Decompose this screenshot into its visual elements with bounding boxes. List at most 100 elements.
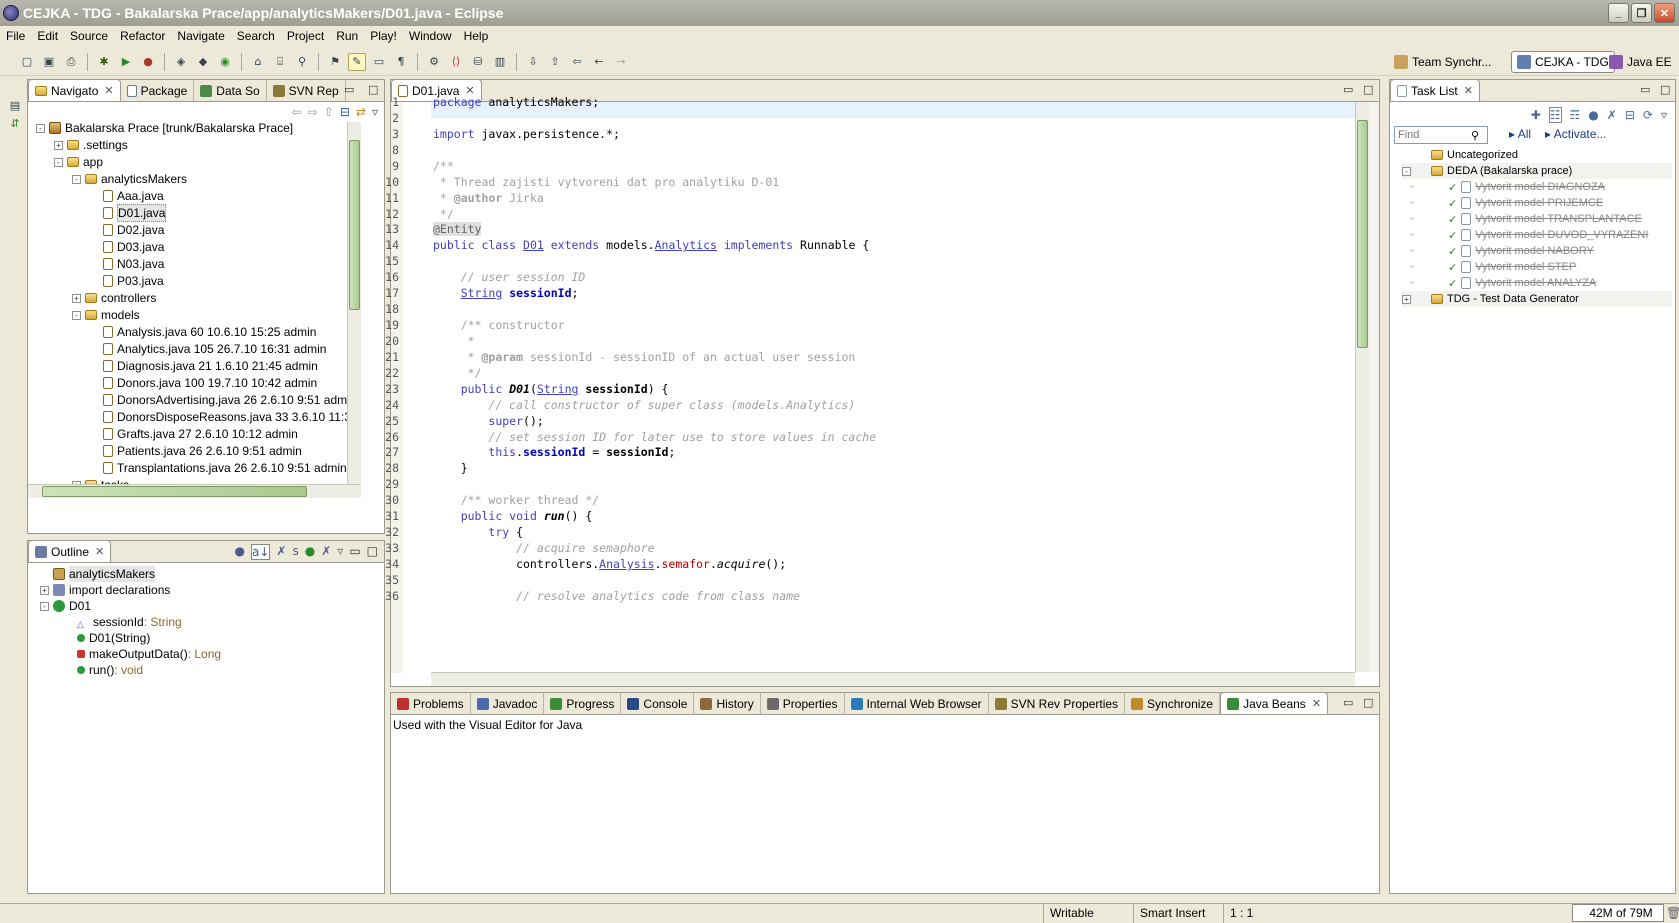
fast-view-icon[interactable]: ▤ (6, 96, 24, 114)
collapse-icon[interactable]: - (36, 123, 45, 133)
collapse-all-icon[interactable]: ⊟ (1625, 108, 1635, 122)
menu-play[interactable]: Play! (364, 29, 403, 43)
hide-nonpublic-icon[interactable]: s (292, 544, 298, 560)
expand-icon[interactable]: + (40, 585, 49, 595)
code-line[interactable]: */ (433, 366, 482, 382)
forward-icon[interactable]: ⇨ (308, 105, 318, 119)
code-line[interactable]: super(); (433, 414, 543, 430)
collapse-icon[interactable]: - (72, 310, 81, 320)
tab-svn-repository[interactable]: SVN Rep (267, 80, 346, 101)
task-activate-icon[interactable]: ◦ (1410, 181, 1422, 193)
open-type-icon[interactable]: ⌂ (249, 53, 267, 71)
mark-occurrences-icon[interactable]: ✎ (348, 52, 366, 71)
debug-icon[interactable]: ✱ (95, 53, 113, 71)
expand-icon[interactable]: + (72, 293, 81, 303)
menu-help[interactable]: Help (458, 29, 495, 43)
code-line[interactable]: String sessionId; (433, 286, 579, 302)
filter-completed-icon[interactable]: ✗ (1607, 108, 1617, 122)
all-link[interactable]: ▸ All (1509, 127, 1531, 141)
tree-item[interactable]: D03.java (90, 239, 164, 255)
minimize-view-icon[interactable]: ▭ (1640, 83, 1650, 96)
hide-fields-icon[interactable]: ● (235, 544, 245, 560)
navigator-hscroll[interactable] (28, 484, 361, 498)
task-activate-icon[interactable]: ◦ (1410, 213, 1422, 225)
collapse-icon[interactable]: - (54, 157, 63, 167)
hide-noninherited-icon[interactable]: ✗ (321, 544, 331, 560)
save-icon[interactable]: ▣ (40, 53, 58, 71)
close-icon[interactable]: ✕ (104, 84, 113, 97)
code-line[interactable]: @Entity (433, 222, 482, 238)
scroll-thumb[interactable] (42, 486, 307, 497)
new-class-icon[interactable]: ◉ (216, 53, 234, 71)
code-line[interactable]: try { (433, 525, 523, 541)
menu-navigate[interactable]: Navigate (171, 29, 230, 43)
tab-svn-rev-properties[interactable]: SVN Rev Properties (989, 693, 1126, 714)
link-editor-icon[interactable]: ⇄ (356, 105, 366, 119)
new-icon[interactable]: ▢ (18, 53, 36, 71)
tree-item[interactable]: Patients.java 26 2.6.10 9:51 admin (90, 443, 302, 459)
code-line[interactable]: // resolve analytics code from class nam… (433, 589, 800, 605)
expand-icon[interactable]: + (1402, 294, 1411, 304)
menu-project[interactable]: Project (281, 29, 330, 43)
code-line[interactable]: } (433, 461, 468, 477)
stack-icon[interactable]: ▥ (491, 53, 509, 71)
expand-icon[interactable]: + (54, 140, 63, 150)
task-activate-icon[interactable]: ◦ (1410, 197, 1422, 209)
minimize-button[interactable]: _ (1608, 3, 1629, 23)
tab-history[interactable]: History (694, 693, 761, 714)
code-line[interactable]: * @author Jirka (433, 191, 544, 207)
menu-search[interactable]: Search (231, 29, 281, 43)
close-button[interactable]: ✕ (1654, 3, 1675, 23)
last-edit-icon[interactable]: ⇦ (568, 53, 586, 71)
next-annotation-icon[interactable]: ⇩ (524, 53, 542, 71)
new-package-icon[interactable]: ◆ (194, 53, 212, 71)
code-line[interactable]: package analyticsMakers; (433, 95, 599, 111)
activate-link[interactable]: ▸ Activate... (1545, 127, 1606, 141)
task-item[interactable]: ◦ ✓ Vytvorit model DUVOD_VYRAZENI (1410, 227, 1679, 243)
hide-local-types-icon[interactable]: ● (305, 544, 315, 560)
tab-task-list[interactable]: Task List ✕ (1390, 79, 1480, 101)
task-activate-icon[interactable]: ◦ (1410, 261, 1422, 273)
tree-item[interactable]: - analyticsMakers (72, 171, 187, 187)
outline-item[interactable]: - D01 (40, 598, 91, 614)
maximize-view-icon[interactable]: □ (1660, 83, 1670, 96)
tab-navigator[interactable]: Navigato ✕ (28, 79, 121, 101)
minimize-view-icon[interactable]: ▭ (344, 83, 354, 96)
task-find-box[interactable]: ⚲ (1394, 126, 1488, 144)
task-find-input[interactable] (1395, 129, 1471, 141)
editor-hscroll[interactable] (431, 672, 1355, 686)
tree-item[interactable]: - models (72, 307, 140, 323)
tree-item[interactable]: D02.java (90, 222, 164, 238)
run-icon[interactable]: ▶ (117, 53, 135, 71)
task-category[interactable]: + TDG - Test Data Generator (1402, 291, 1672, 307)
tree-item[interactable]: Transplantations.java 26 2.6.10 9:51 adm… (90, 460, 347, 476)
code-line[interactable]: // set session ID for later use to store… (433, 430, 876, 446)
tree-item[interactable]: DonorsAdvertising.java 26 2.6.10 9:51 ad… (90, 392, 348, 408)
tree-item[interactable]: Grafts.java 27 2.6.10 10:12 admin (90, 426, 298, 442)
perspective-team-sync[interactable]: Team Synchr... (1389, 50, 1496, 74)
search-icon[interactable]: ⚲ (293, 53, 311, 71)
scroll-thumb[interactable] (349, 140, 360, 310)
tree-item[interactable]: Aaa.java (90, 188, 164, 204)
outline-item[interactable]: analyticsMakers (40, 566, 156, 582)
code-line[interactable]: */ (433, 207, 454, 223)
tree-item[interactable]: N03.java (90, 256, 164, 272)
task-item[interactable]: ◦ ✓ Vytvorit model TRANSPLANTACE (1410, 211, 1679, 227)
task-item[interactable]: ◦ ✓ Vytvorit model ANALYZA (1410, 275, 1679, 291)
categorized-icon[interactable]: ☷ (1548, 107, 1562, 123)
new-task-icon[interactable]: ✚ (1531, 108, 1541, 122)
scroll-thumb[interactable] (1357, 120, 1368, 348)
task-category[interactable]: - DEDA (Bakalarska prace) (1402, 163, 1672, 179)
perspective-cejka-tdg[interactable]: CEJKA - TDG (1511, 51, 1615, 73)
tab-progress[interactable]: Progress (544, 693, 622, 714)
tree-item[interactable]: Analysis.java 60 10.6.10 15:25 admin (90, 324, 316, 340)
task-icon[interactable]: ⇵ (6, 114, 24, 132)
task-activate-icon[interactable]: ◦ (1410, 229, 1422, 241)
code-line[interactable]: // call constructor of super class (mode… (433, 398, 855, 414)
maximize-view-icon[interactable]: □ (1363, 83, 1373, 96)
heap-status[interactable]: 42M of 79M (1572, 904, 1664, 922)
outline-item[interactable]: △ sessionId : String (64, 614, 182, 630)
code-line[interactable]: import javax.persistence.*; (433, 127, 620, 143)
code-line[interactable]: public void run() { (433, 509, 593, 525)
tab-problems[interactable]: Problems (391, 693, 471, 714)
